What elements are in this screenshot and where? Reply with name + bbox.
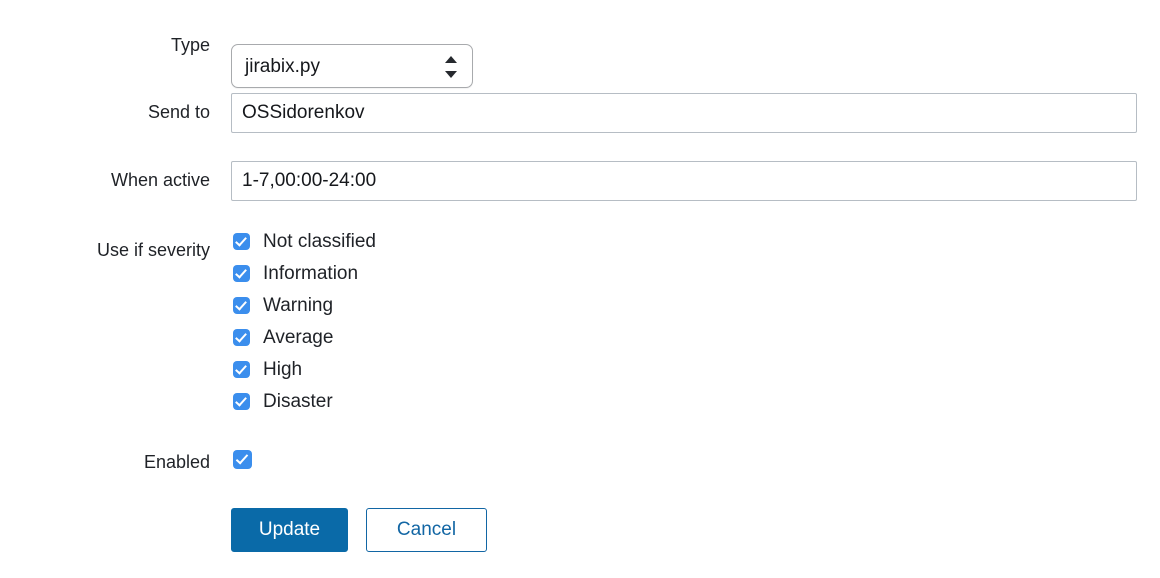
severity-option-label: Average [263,327,334,348]
severity-option-information[interactable]: Information [233,261,376,293]
severity-option-label: Disaster [263,391,333,412]
severity-option-label: Warning [263,295,334,316]
when-active-label: When active [110,170,210,190]
send-to-input[interactable] [231,93,1137,133]
severity-option-warning[interactable]: Warning [233,293,376,325]
form-row-when-active: When active [0,161,1160,201]
form-row-use-if-severity: Use if severity Not classified Informati… [0,229,1160,419]
severity-option-average[interactable]: Average [233,325,376,357]
select-stepper-icon [445,56,458,78]
checkbox-checked-icon[interactable] [233,393,250,410]
form-row-send-to: Send to [0,93,1160,133]
type-select[interactable]: jirabix.py [231,44,473,88]
form-row-enabled: Enabled [0,449,1160,479]
enabled-checkbox-checked-icon[interactable] [233,450,252,469]
severity-option-high[interactable]: High [233,357,376,389]
when-active-input[interactable] [231,161,1137,201]
cancel-button[interactable]: Cancel [366,508,487,552]
media-configuration-form: Type jirabix.py Send to When active Use … [0,0,1160,578]
send-to-label: Send to [147,102,210,122]
form-row-type: Type jirabix.py [0,22,1160,88]
severity-option-not-classified[interactable]: Not classified [233,229,376,261]
checkbox-checked-icon[interactable] [233,265,250,282]
severity-option-disaster[interactable]: Disaster [233,389,376,421]
form-actions: Update Cancel [0,508,1160,554]
type-label: Type [170,35,210,55]
checkbox-checked-icon[interactable] [233,297,250,314]
severity-checkbox-list: Not classified Information Warning Avera… [233,229,376,421]
checkbox-checked-icon[interactable] [233,233,250,250]
enabled-label: Enabled [143,452,210,472]
checkbox-checked-icon[interactable] [233,329,250,346]
severity-option-label: Information [263,263,359,284]
severity-option-label: High [263,359,303,380]
severity-option-label: Not classified [263,231,376,252]
checkbox-checked-icon[interactable] [233,361,250,378]
type-select-value: jirabix.py [245,56,320,77]
update-button[interactable]: Update [231,508,348,552]
use-if-severity-label: Use if severity [96,240,210,260]
